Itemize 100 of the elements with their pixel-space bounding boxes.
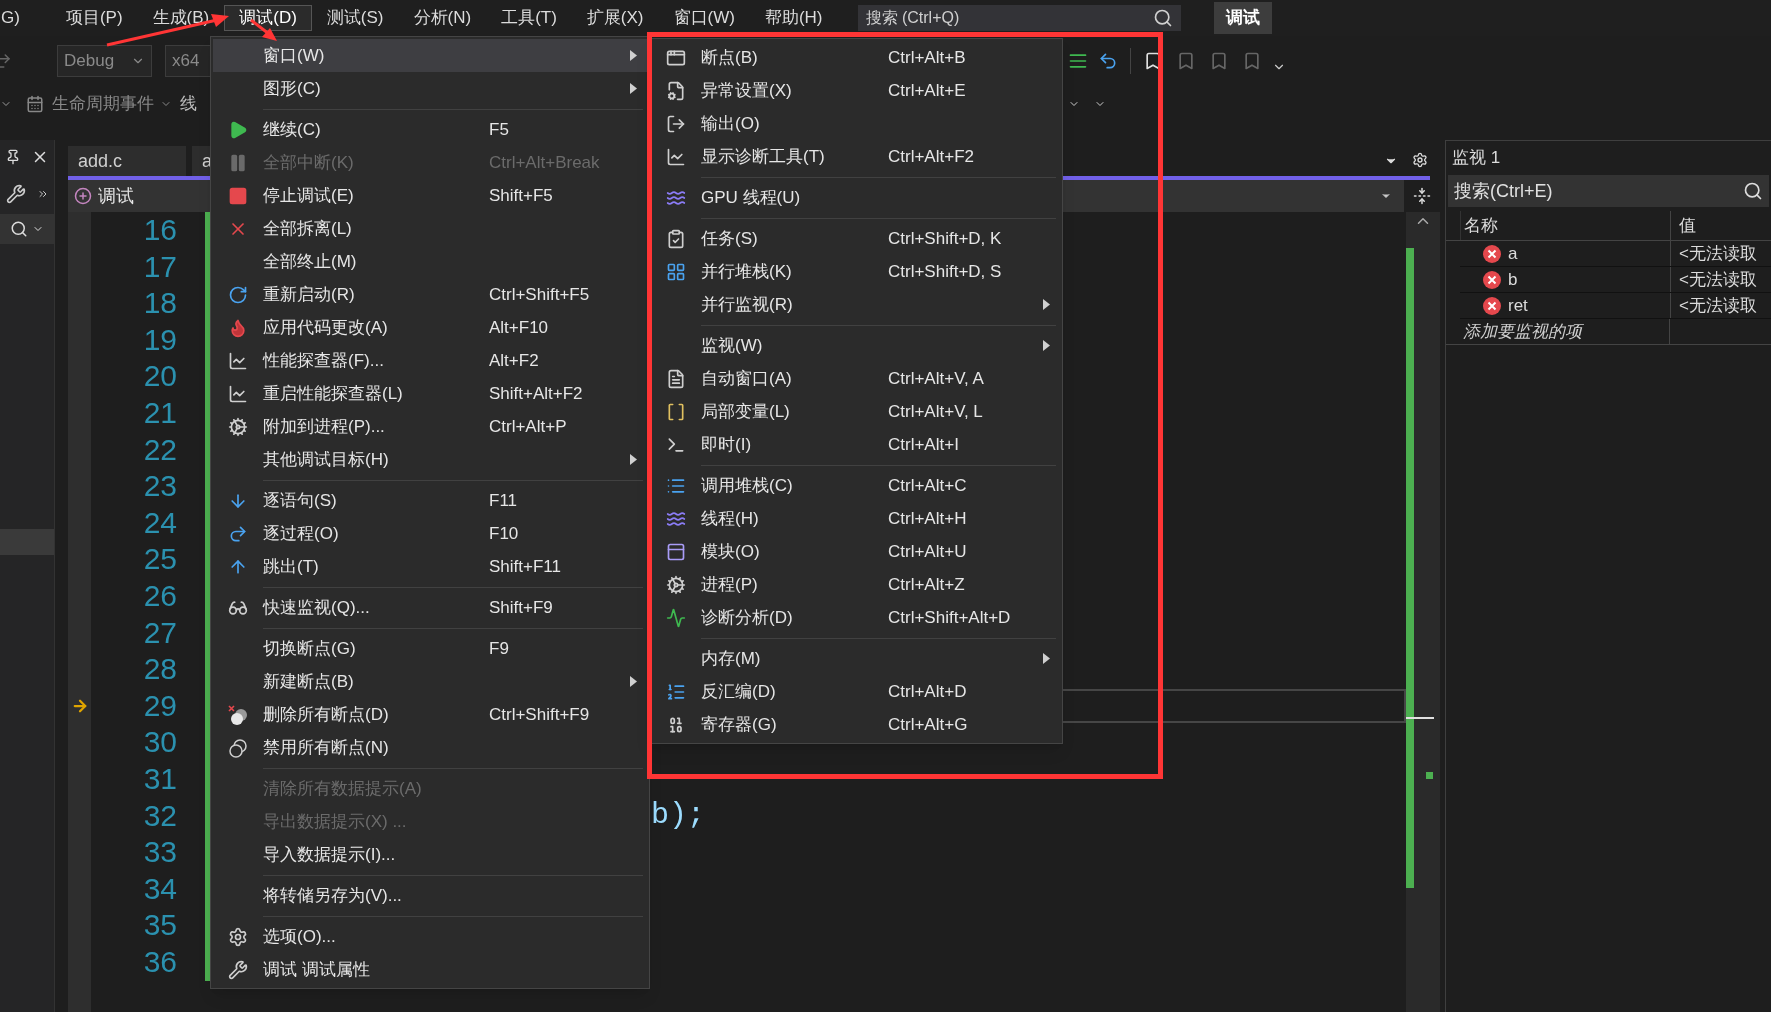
- step-over-icon: [228, 523, 248, 544]
- line-number: 31: [142, 760, 177, 797]
- menu-item[interactable]: 将转储另存为(V)...: [213, 879, 647, 912]
- menu-item[interactable]: 逐过程(O) F10: [213, 517, 647, 550]
- menu-item[interactable]: 线程(H) Ctrl+Alt+H: [651, 502, 1060, 535]
- menu-item[interactable]: 监视(W): [651, 329, 1060, 362]
- menu-item[interactable]: 切换断点(G) F9: [213, 632, 647, 665]
- menu-item[interactable]: 附加到进程(P)... Ctrl+Alt+P: [213, 410, 647, 443]
- menu-item[interactable]: 删除所有断点(D) Ctrl+Shift+F9: [213, 698, 647, 731]
- menu-item[interactable]: 并行监视(R): [651, 288, 1060, 321]
- search-button[interactable]: [0, 214, 54, 244]
- submenu-arrow-icon: [629, 676, 637, 687]
- wrench-icon: [228, 959, 248, 980]
- menu-item[interactable]: 其他调试目标(H): [213, 443, 647, 476]
- menu-item[interactable]: 显示诊断工具(T) Ctrl+Alt+F2: [651, 140, 1060, 173]
- circles-icon: [227, 703, 249, 726]
- menu-item[interactable]: 断点(B) Ctrl+Alt+B: [651, 41, 1060, 74]
- line-number: 35: [142, 907, 177, 944]
- configuration-dropdown[interactable]: Debug: [57, 45, 152, 77]
- menu-item[interactable]: 异常设置(X) Ctrl+Alt+E: [651, 74, 1060, 107]
- line-number: 23: [142, 468, 177, 505]
- document-icon: [666, 368, 686, 389]
- column-header[interactable]: 名称: [1460, 211, 1670, 240]
- line-number: 33: [142, 834, 177, 871]
- menu-item[interactable]: 继续(C) F5: [213, 113, 647, 146]
- brackets-icon: [666, 401, 686, 422]
- scope-icon: [74, 187, 92, 205]
- search-field[interactable]: 搜索(Ctrl+E): [1448, 175, 1769, 207]
- menu-item[interactable]: 性能探查器(F)... Alt+F2: [213, 344, 647, 377]
- title-badge: 调试: [1213, 2, 1272, 34]
- add-watch-hint[interactable]: 添加要监视的项: [1446, 319, 1670, 344]
- menu-item[interactable]: 任务(S) Ctrl+Shift+D, K: [651, 222, 1060, 255]
- menu-item[interactable]: 导入数据提示(I)...: [213, 838, 647, 871]
- menu-item[interactable]: 新建断点(B): [213, 665, 647, 698]
- panel-icon: [666, 541, 686, 562]
- line-number: 29: [142, 687, 177, 724]
- menu-item[interactable]: 图形(C): [213, 72, 647, 105]
- menu-item[interactable]: 选项(O)...: [213, 920, 647, 953]
- menu-item[interactable]: 模块(O) Ctrl+Alt+U: [651, 535, 1060, 568]
- menu-item[interactable]: 全部终止(M): [213, 245, 647, 278]
- lines-icon[interactable]: [1068, 51, 1088, 71]
- scrollbar[interactable]: [1406, 212, 1440, 1012]
- play-icon: [228, 119, 248, 140]
- menu-item[interactable]: 应用代码更改(A) Alt+F10: [213, 311, 647, 344]
- menu-item[interactable]: 局部变量(L) Ctrl+Alt+V, L: [651, 395, 1060, 428]
- menu-item[interactable]: 内存(M): [651, 642, 1060, 675]
- submenu-arrow-icon: [629, 83, 637, 94]
- menu-bar-item[interactable]: 帮助(H): [749, 5, 838, 31]
- menu-bar-item[interactable]: 窗口(W): [658, 5, 750, 31]
- menu-item[interactable]: 自动窗口(A) Ctrl+Alt+V, A: [651, 362, 1060, 395]
- lifecycle-events-label[interactable]: 生命周期事件: [52, 91, 154, 117]
- line-number: 20: [142, 358, 177, 395]
- overflow-icon[interactable]: [36, 188, 49, 200]
- line-number: 18: [142, 285, 177, 322]
- undo-icon[interactable]: [1098, 51, 1118, 71]
- menu-item[interactable]: 停止调试(E) Shift+F5: [213, 179, 647, 212]
- menu-item[interactable]: 重启性能探查器(L) Shift+Alt+F2: [213, 377, 647, 410]
- menu-item[interactable]: 寄存器(G) Ctrl+Alt+G: [651, 708, 1060, 741]
- menu-bar-item[interactable]: G): [0, 5, 51, 31]
- watch-value: <无法读取: [1670, 267, 1771, 292]
- menu-item[interactable]: 全部拆离(L): [213, 212, 647, 245]
- menu-item[interactable]: GPU 线程(U): [651, 181, 1060, 214]
- menu-item[interactable]: 反汇编(D) Ctrl+Alt+D: [651, 675, 1060, 708]
- gears-icon: [666, 574, 686, 595]
- submenu-arrow-icon: [1042, 299, 1050, 310]
- line-number: 22: [142, 431, 177, 468]
- editor-tab[interactable]: add.c: [68, 146, 186, 176]
- chart-icon: [228, 383, 248, 404]
- menu-item[interactable]: 重新启动(R) Ctrl+Shift+F5: [213, 278, 647, 311]
- wrench-icon[interactable]: [5, 184, 26, 204]
- menu-item[interactable]: 跳出(T) Shift+F11: [213, 550, 647, 583]
- menu-item[interactable]: 逐语句(S) F11: [213, 484, 647, 517]
- menu-item[interactable]: 窗口(W): [213, 39, 647, 72]
- menu-bar-item[interactable]: 分析(N): [398, 5, 487, 31]
- thread-label[interactable]: 线: [180, 91, 197, 117]
- restart-icon: [228, 284, 248, 305]
- menu-item[interactable]: 即时(I) Ctrl+Alt+I: [651, 428, 1060, 461]
- menu-item[interactable]: 输出(O): [651, 107, 1060, 140]
- watch-value: <无法读取: [1670, 293, 1771, 318]
- menu-bar-item[interactable]: 工具(T): [486, 5, 572, 31]
- split-icon[interactable]: [1413, 187, 1431, 205]
- menu-item[interactable]: 禁用所有断点(N): [213, 731, 647, 764]
- circles-icon: [227, 736, 249, 759]
- pin-icon[interactable]: [5, 149, 21, 165]
- settings-icon[interactable]: [1412, 152, 1428, 168]
- menu-bar-item[interactable]: 测试(S): [311, 5, 399, 31]
- line-number: 34: [142, 870, 177, 907]
- menu-item[interactable]: 并行堆栈(K) Ctrl+Shift+D, S: [651, 255, 1060, 288]
- menu-bar-item[interactable]: 扩展(X): [571, 5, 659, 31]
- menu-bar-item[interactable]: 项目(P): [50, 5, 138, 31]
- menu-item[interactable]: 调试 调试属性: [213, 953, 647, 986]
- menu-item[interactable]: 快速监视(Q)... Shift+F9: [213, 591, 647, 624]
- menu-item[interactable]: 进程(P) Ctrl+Alt+Z: [651, 568, 1060, 601]
- column-header[interactable]: 值: [1670, 211, 1771, 240]
- chart-icon: [228, 350, 248, 371]
- position-marker: [1406, 717, 1434, 719]
- submenu-arrow-icon: [629, 50, 637, 61]
- search-field[interactable]: 搜索 (Ctrl+Q): [857, 5, 1181, 31]
- menu-item[interactable]: 诊断分析(D) Ctrl+Shift+Alt+D: [651, 601, 1060, 634]
- menu-item[interactable]: 调用堆栈(C) Ctrl+Alt+C: [651, 469, 1060, 502]
